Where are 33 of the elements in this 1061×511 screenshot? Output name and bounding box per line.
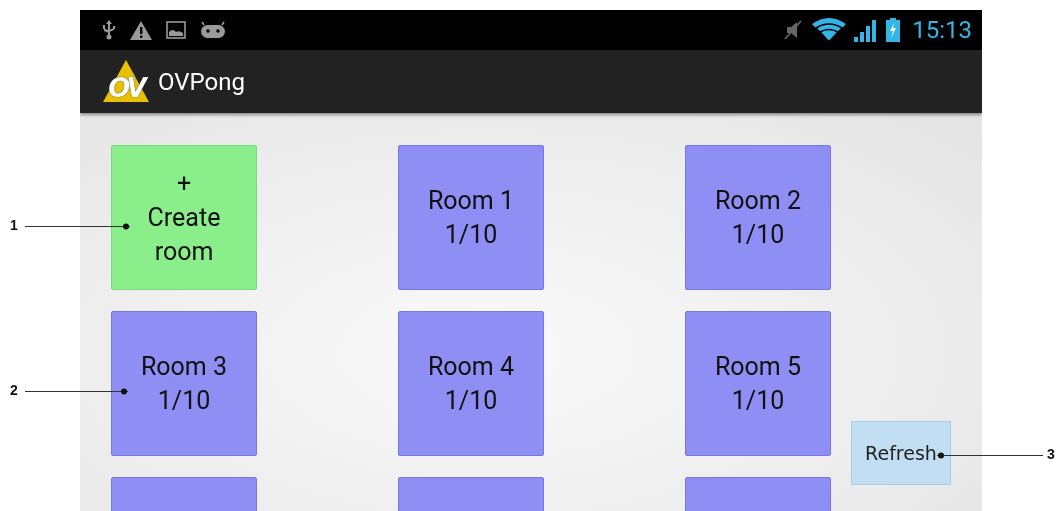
clock-time: 15:13 — [912, 16, 972, 44]
robot-icon — [200, 21, 226, 39]
room-name: Room 5 — [714, 350, 802, 383]
room-tile[interactable]: Room 1 1/10 — [398, 145, 544, 290]
player-count: 1/10 — [731, 384, 785, 417]
player-count: 1/10 — [444, 384, 498, 417]
callout-number: 2 — [10, 382, 18, 398]
room-tile[interactable]: Room 2 1/10 — [685, 145, 831, 290]
create-room-tile[interactable]: + Create room — [111, 145, 257, 290]
tile-label: Create room — [146, 201, 222, 268]
room-name: Room 2 — [714, 184, 802, 217]
room-name: Room 3 — [140, 350, 228, 383]
room-name: Room 1 — [427, 184, 515, 217]
app-logo: OV — [102, 59, 150, 104]
player-count: 1/10 — [444, 218, 498, 251]
room-tile[interactable]: Room 3 1/10 — [111, 311, 257, 456]
callout-number: 3 — [1047, 446, 1055, 462]
callout-number: 1 — [10, 217, 18, 233]
signal-icon — [854, 18, 879, 42]
room-name: Room 4 — [427, 350, 515, 383]
room-tile[interactable]: Room 4 1/10 — [398, 311, 544, 456]
plus-icon: + — [176, 166, 192, 201]
image-icon — [166, 21, 186, 39]
refresh-button[interactable]: Refresh — [851, 421, 951, 485]
wifi-icon — [812, 18, 847, 42]
player-count: 1/10 — [731, 218, 785, 251]
usb-icon — [102, 20, 116, 40]
warning-icon — [130, 20, 152, 40]
room-tile[interactable]: Room 5 1/10 — [685, 311, 831, 456]
muted-speaker-icon — [782, 19, 805, 41]
battery-charging-icon — [886, 18, 901, 42]
player-count: 1/10 — [157, 384, 211, 417]
app-title: OVPong — [158, 67, 245, 96]
